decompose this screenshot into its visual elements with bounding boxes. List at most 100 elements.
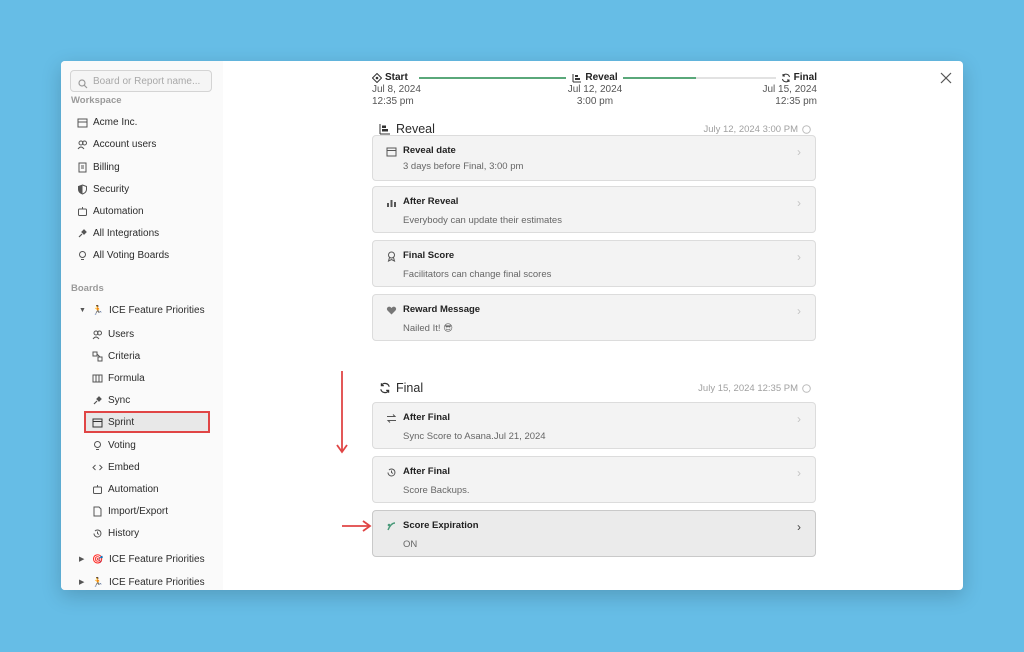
reveal-section-title: Reveal — [396, 122, 435, 136]
board-item-label: Embed — [108, 461, 140, 473]
plug-icon — [92, 395, 103, 406]
board-item-label: Import/Export — [108, 505, 169, 517]
calendar-icon — [92, 417, 103, 428]
chevron-right-icon: › — [797, 145, 801, 159]
csv-icon — [92, 506, 103, 517]
chevron-right-icon: › — [797, 412, 801, 426]
sidebar-item-label: Security — [93, 183, 130, 195]
search-input[interactable] — [93, 74, 207, 88]
board-item-history[interactable]: History — [92, 523, 139, 543]
final-date-text: July 15, 2024 12:35 PM — [698, 383, 798, 394]
sidebar-item-acme[interactable]: Acme Inc. — [77, 112, 137, 132]
board-item-label: History — [108, 527, 140, 539]
close-icon[interactable] — [939, 71, 953, 85]
info-icon[interactable] — [802, 384, 811, 393]
card-subtitle: 3 days before Final, 3:00 pm — [403, 161, 524, 172]
final-section-title: Final — [396, 381, 424, 395]
users-icon — [77, 139, 88, 150]
reward-message-card[interactable]: Reward Message Nailed It! 😎 › — [372, 294, 816, 341]
search-icon — [78, 76, 88, 94]
board-label: ICE Feature Priorities — [109, 553, 205, 565]
board-ice-feature-priorities[interactable]: ▼ 🏃 ICE Feature Priorities — [79, 300, 205, 320]
card-subtitle: Everybody can update their estimates — [403, 215, 562, 226]
history-icon — [387, 468, 396, 477]
chevron-right-icon: › — [797, 520, 801, 534]
reveal-icon — [379, 124, 390, 135]
after-reveal-card[interactable]: After Reveal Everybody can update their … — [372, 186, 816, 233]
right-arrow-annotation — [342, 520, 372, 532]
sprint-timeline: Start Jul 8, 2024 12:35 pm Reveal Jul 12… — [372, 72, 817, 122]
board-item-label: Formula — [108, 372, 145, 384]
sidebar-item-label: All Voting Boards — [93, 249, 170, 261]
board-item-label: Voting — [108, 439, 136, 451]
board-item-voting[interactable]: Voting — [92, 435, 136, 455]
info-icon[interactable] — [802, 125, 811, 134]
timeline-final-time: 12:35 pm — [775, 96, 817, 107]
sidebar-item-automation[interactable]: Automation — [77, 201, 144, 221]
down-arrow-annotation — [336, 371, 348, 454]
timeline-reveal-time: 3:00 pm — [576, 96, 614, 107]
card-title: Reveal date — [403, 145, 456, 156]
shield-icon — [77, 183, 88, 195]
chevron-right-icon: › — [797, 466, 801, 480]
expiration-icon — [387, 522, 396, 531]
sidebar-item-label: Acme Inc. — [93, 116, 138, 128]
card-subtitle: Facilitators can change final scores — [403, 269, 552, 280]
refresh-icon — [781, 73, 790, 83]
caret-down-icon[interactable]: ▼ — [79, 307, 87, 314]
card-title: Final Score — [403, 250, 455, 261]
chevron-right-icon: › — [797, 250, 801, 264]
timeline-final-date: Jul 15, 2024 — [762, 84, 818, 95]
criteria-icon — [92, 351, 103, 362]
timeline-reveal-date: Jul 12, 2024 — [567, 84, 623, 95]
after-final-backup-card[interactable]: After Final Score Backups. › — [372, 456, 816, 503]
score-expiration-card[interactable]: Score Expiration ON › — [372, 510, 816, 557]
card-title: After Final — [403, 466, 450, 477]
sidebar-item-security[interactable]: Security — [77, 179, 129, 199]
runner-emoji-icon: 🏃 — [92, 576, 104, 587]
board-item-embed[interactable]: Embed — [92, 457, 140, 477]
search-box[interactable] — [70, 70, 212, 92]
reveal-section-date: July 12, 2024 3:00 PM — [703, 124, 811, 135]
sidebar-item-account-users[interactable]: Account users — [77, 134, 156, 154]
board-item-users[interactable]: Users — [92, 324, 134, 344]
robot-icon — [92, 484, 103, 495]
caret-right-icon[interactable]: ▶ — [79, 578, 87, 586]
timeline-reveal-label: Reveal — [585, 72, 618, 83]
board-item-sync[interactable]: Sync — [92, 390, 130, 410]
board-ice-feature-priorities-3[interactable]: ▶ 🏃 ICE Feature Priorities — [79, 572, 205, 590]
bar-chart-icon — [387, 200, 396, 207]
board-label: ICE Feature Priorities — [109, 576, 205, 588]
formula-icon — [92, 373, 103, 384]
sidebar-item-billing[interactable]: Billing — [77, 157, 120, 177]
timeline-final-label: Final — [793, 72, 817, 83]
board-item-formula[interactable]: Formula — [92, 368, 145, 388]
card-subtitle: ON — [403, 539, 418, 550]
board-item-criteria[interactable]: Criteria — [92, 346, 140, 366]
final-section-date: July 15, 2024 12:35 PM — [698, 383, 811, 394]
timeline-start-label: Start — [385, 72, 408, 83]
board-item-automation[interactable]: Automation — [92, 479, 159, 499]
card-title: Reward Message — [403, 304, 481, 315]
board-item-sprint[interactable]: Sprint — [92, 412, 134, 432]
board-ice-feature-priorities-2[interactable]: ▶ 🎯 ICE Feature Priorities — [79, 549, 205, 569]
sidebar-item-label: Account users — [93, 138, 157, 150]
caret-right-icon[interactable]: ▶ — [79, 555, 87, 563]
final-score-card[interactable]: Final Score Facilitators can change fina… — [372, 240, 816, 287]
sidebar-item-voting-boards[interactable]: All Voting Boards — [77, 245, 169, 265]
workspace-section-label: Workspace — [71, 95, 122, 106]
plug-icon — [77, 228, 88, 239]
final-section-header: Final — [379, 381, 423, 395]
settings-window: Workspace Acme Inc. Account users Billin… — [61, 61, 963, 590]
timeline-start-time: 12:35 pm — [372, 96, 414, 107]
sidebar-item-integrations[interactable]: All Integrations — [77, 223, 159, 243]
users-icon — [92, 329, 103, 340]
receipt-icon — [77, 162, 88, 173]
timeline-progress-line — [419, 77, 566, 79]
reveal-date-card[interactable]: Reveal date 3 days before Final, 3:00 pm… — [372, 135, 816, 181]
card-subtitle: Sync Score to Asana.Jul 21, 2024 — [403, 431, 546, 442]
timeline-step-start: Start Jul 8, 2024 12:35 pm — [372, 72, 421, 108]
swap-icon — [386, 414, 397, 423]
after-final-sync-card[interactable]: After Final Sync Score to Asana.Jul 21, … — [372, 402, 816, 449]
board-item-import-export[interactable]: Import/Export — [92, 501, 168, 521]
